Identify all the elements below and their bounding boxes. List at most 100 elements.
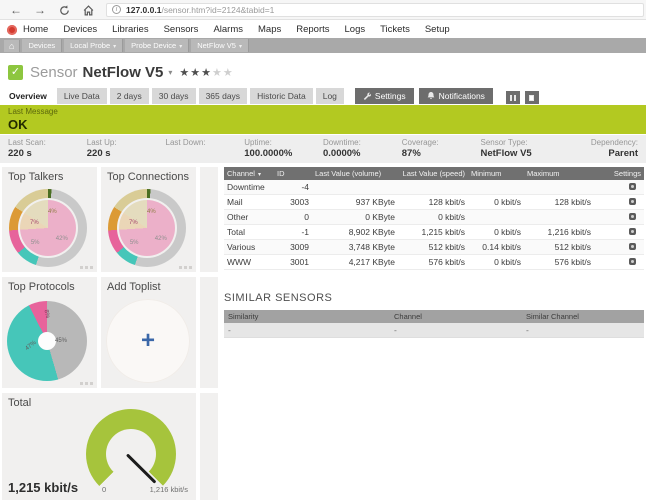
sensor-menu-icon[interactable]: ▾	[168, 68, 172, 77]
table-row[interactable]: Other 0 0 KByte 0 kbit/s	[224, 210, 644, 225]
nav-logs[interactable]: Logs	[345, 24, 366, 35]
col-header-similar-channel[interactable]: Similar Channel	[522, 310, 644, 323]
chevron-down-icon: ▾	[179, 44, 182, 50]
stat-label: Uptime:	[244, 138, 323, 147]
breadcrumb: ⌂ Devices Local Probe▾ Probe Device▾ Net…	[0, 38, 646, 53]
page-title: NetFlow V5	[83, 64, 164, 81]
pause-icon	[509, 95, 517, 101]
cell-speed: 576 kbit/s	[398, 255, 468, 270]
nav-sensors[interactable]: Sensors	[164, 24, 199, 35]
nav-alarms[interactable]: Alarms	[213, 24, 243, 35]
nav-setup[interactable]: Setup	[425, 24, 450, 35]
tab-overview[interactable]: Overview	[2, 88, 54, 104]
add-toplist-panel[interactable]: Add Toplist +	[101, 277, 196, 388]
stat-label: Downtime:	[323, 138, 402, 147]
site-info-icon[interactable]: i	[112, 5, 121, 14]
nav-devices[interactable]: Devices	[63, 24, 97, 35]
tab-historic-data[interactable]: Historic Data	[250, 88, 313, 104]
panel-mini-controls[interactable]	[177, 266, 192, 269]
table-row[interactable]: Downtime -4	[224, 180, 644, 195]
panel-mini-controls[interactable]	[78, 266, 93, 269]
cell-volume: 4,217 KByte	[312, 255, 398, 270]
col-header-last-value-speed[interactable]: Last Value (speed)	[398, 167, 468, 180]
breadcrumb-local-probe[interactable]: Local Probe▾	[64, 39, 123, 52]
stat-label: Coverage:	[402, 138, 481, 147]
cell-max: 128 kbit/s	[524, 195, 594, 210]
top-protocols-panel[interactable]: Top Protocols 45% 47% 8%	[2, 277, 97, 388]
channel-settings-gear-icon[interactable]	[629, 213, 636, 220]
panel-sliver	[200, 393, 218, 500]
panel-title: Add Toplist	[101, 277, 196, 293]
breadcrumb-home-icon[interactable]: ⌂	[4, 40, 20, 52]
cell-speed: 1,215 kbit/s	[398, 225, 468, 240]
nav-home[interactable]: Home	[23, 24, 48, 35]
table-row[interactable]: Various 3009 3,748 KByte 512 kbit/s 0.14…	[224, 240, 644, 255]
nav-maps[interactable]: Maps	[258, 24, 281, 35]
table-row[interactable]: Mail 3003 937 KByte 128 kbit/s 0 kbit/s …	[224, 195, 644, 210]
table-row[interactable]: WWW 3001 4,217 KByte 576 kbit/s 0 kbit/s…	[224, 255, 644, 270]
table-row[interactable]: Total -1 8,902 KByte 1,215 kbit/s 0 kbit…	[224, 225, 644, 240]
refresh-icon[interactable]	[56, 1, 72, 19]
settings-button[interactable]: Settings	[355, 88, 414, 104]
channel-settings-gear-icon[interactable]	[629, 198, 636, 205]
cell-id: 3003	[274, 195, 312, 210]
panel-title: Top Protocols	[2, 277, 97, 293]
panel-sliver	[200, 167, 218, 272]
sensor-header: ✓ Sensor NetFlow V5 ▾ ★★★★★	[8, 62, 234, 82]
breadcrumb-netflow-v5[interactable]: NetFlow V5▾	[191, 39, 249, 52]
home-icon[interactable]	[80, 1, 96, 19]
notifications-button[interactable]: Notifications	[419, 88, 493, 104]
top-connections-panel[interactable]: Top Connections 7% 4% 5% 42%	[101, 167, 196, 272]
col-header-last-value-volume[interactable]: Last Value (volume)	[312, 167, 398, 180]
breadcrumb-label: Local Probe	[70, 41, 110, 50]
channel-settings-gear-icon[interactable]	[629, 243, 636, 250]
prtg-logo-icon[interactable]	[7, 25, 17, 35]
col-header-minimum[interactable]: Minimum	[468, 167, 524, 180]
total-gauge-panel[interactable]: Total 1,215 kbit/s 0 1,216 kbit/s	[2, 393, 196, 500]
tab-2-days[interactable]: 2 days	[110, 88, 149, 104]
cell-max	[524, 210, 594, 225]
nav-reports[interactable]: Reports	[296, 24, 329, 35]
forward-icon[interactable]: →	[32, 1, 48, 19]
col-header-channel[interactable]: Channel▾	[224, 167, 274, 180]
nav-tickets[interactable]: Tickets	[380, 24, 410, 35]
col-header-maximum[interactable]: Maximum	[524, 167, 594, 180]
channel-settings-gear-icon[interactable]	[629, 183, 636, 190]
nav-libraries[interactable]: Libraries	[112, 24, 148, 35]
url-path: /sensor.htm?id=2124&tabid=1	[161, 5, 274, 15]
stat-value: 220 s	[87, 148, 166, 159]
top-connections-donut-chart[interactable]: 7% 4% 5% 42%	[108, 189, 186, 267]
tab-365-days[interactable]: 365 days	[199, 88, 248, 104]
cell-id: -4	[274, 180, 312, 195]
col-header-similarity[interactable]: Similarity	[224, 310, 390, 323]
cell-id: 0	[274, 210, 312, 225]
channel-settings-gear-icon[interactable]	[629, 228, 636, 235]
stat-value: 87%	[402, 148, 481, 159]
sensor-status-value: OK	[8, 117, 638, 132]
breadcrumb-probe-device[interactable]: Probe Device▾	[125, 39, 189, 52]
tab-live-data[interactable]: Live Data	[57, 88, 107, 104]
tab-log[interactable]: Log	[316, 88, 344, 104]
pie-label: 47%	[24, 340, 37, 352]
donut-label: 4%	[147, 209, 156, 215]
top-talkers-panel[interactable]: Top Talkers 7% 4% 5% 42%	[2, 167, 97, 272]
panel-title: Top Connections	[101, 167, 196, 183]
back-icon[interactable]: ←	[8, 1, 24, 19]
cell-min	[468, 180, 524, 195]
col-header-id[interactable]: ID	[274, 167, 312, 180]
breadcrumb-devices[interactable]: Devices	[22, 39, 62, 52]
top-talkers-donut-chart[interactable]: 7% 4% 5% 42%	[9, 189, 87, 267]
url-bar[interactable]: i 127.0.0.1 /sensor.htm?id=2124&tabid=1	[106, 3, 644, 17]
col-header-settings[interactable]: Settings	[594, 167, 644, 180]
top-protocols-pie-chart[interactable]: 45% 47% 8%	[7, 301, 87, 381]
channel-settings-gear-icon[interactable]	[629, 258, 636, 265]
rating-stars[interactable]: ★★★★★	[179, 66, 233, 79]
add-toplist-circle[interactable]: +	[106, 299, 190, 383]
col-header-channel[interactable]: Channel	[390, 310, 522, 323]
cell-channel: Other	[224, 210, 274, 225]
panel-mini-controls[interactable]	[78, 382, 93, 385]
cell-volume: 937 KByte	[312, 195, 398, 210]
more-options-button[interactable]	[525, 91, 539, 104]
pause-button[interactable]	[506, 91, 520, 104]
tab-30-days[interactable]: 30 days	[152, 88, 196, 104]
